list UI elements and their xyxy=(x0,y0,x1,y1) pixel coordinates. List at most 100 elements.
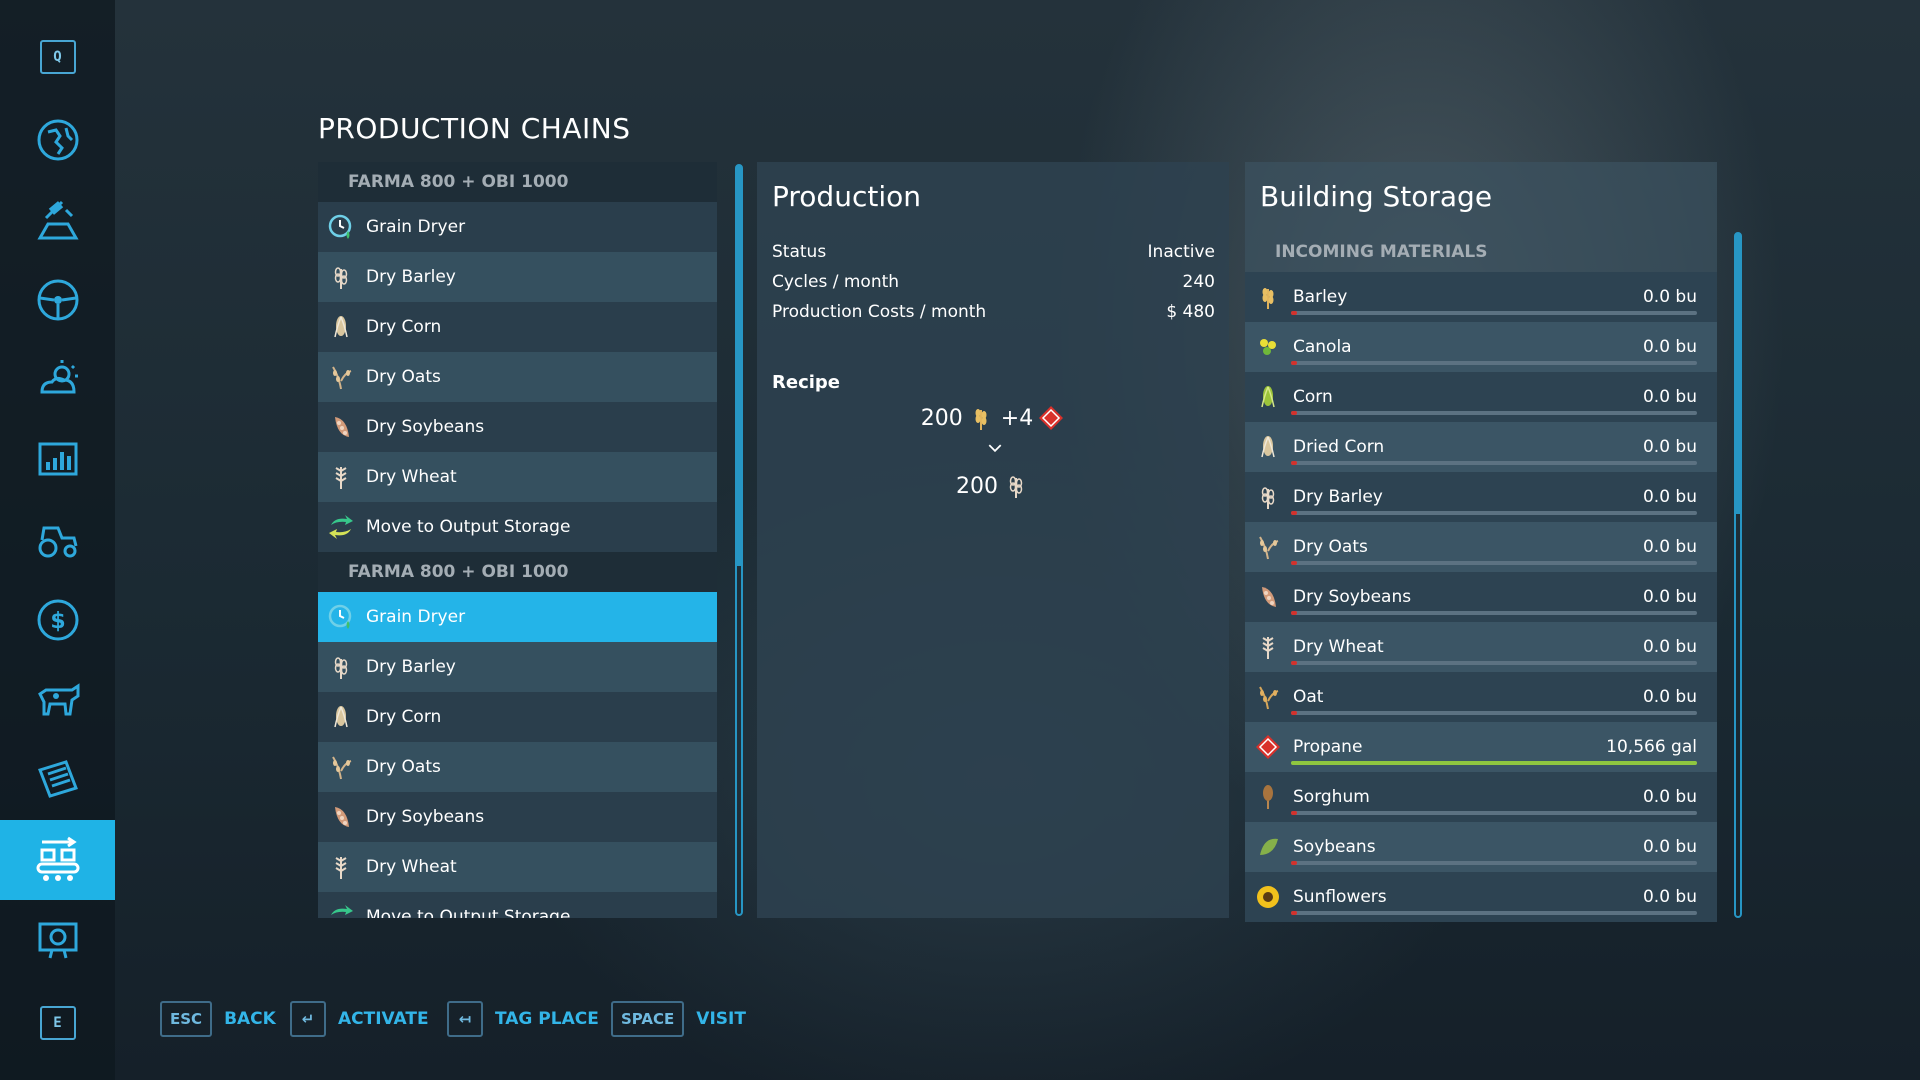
material-fill-level xyxy=(1291,911,1297,915)
sidebar-item-vehicles[interactable] xyxy=(0,500,115,580)
chain-item-label: Dry Wheat xyxy=(366,857,457,877)
recipe-output: 200 xyxy=(757,472,1229,500)
material-fill-bar xyxy=(1291,311,1697,315)
recipe-output-amount: 200 xyxy=(956,473,998,499)
chain-item-label: Dry Oats xyxy=(366,367,441,387)
esc-key: ESC xyxy=(160,1001,213,1037)
chain-item-dry-wheat[interactable]: Dry Wheat xyxy=(318,452,717,502)
material-row-canola: Canola 0.0 bu xyxy=(1245,322,1717,372)
material-row-dry-wheat: Dry Wheat 0.0 bu xyxy=(1245,622,1717,672)
material-amount: 0.0 bu xyxy=(1642,837,1697,857)
material-fill-bar xyxy=(1291,611,1697,615)
building-storage-panel: Building Storage INCOMING MATERIALS Barl… xyxy=(1245,162,1717,922)
material-name: Dried Corn xyxy=(1293,437,1385,457)
chain-item-label: Dry Oats xyxy=(366,757,441,777)
recipe-input: 200 +4 xyxy=(757,404,1229,432)
oats-icon xyxy=(1251,680,1285,714)
sidebar-item-contracts[interactable] xyxy=(0,740,115,820)
sorghum-icon xyxy=(1251,780,1285,814)
material-fill-level xyxy=(1291,411,1297,415)
sidebar-item-production[interactable] xyxy=(0,820,115,900)
sidebar-item-help[interactable] xyxy=(0,900,115,980)
material-fill-level xyxy=(1291,761,1697,765)
stat-cycles-value: 240 xyxy=(1182,272,1215,292)
sidebar-item-animals[interactable] xyxy=(0,660,115,740)
chain-item-dry-oats[interactable]: Dry Oats xyxy=(318,352,717,402)
oats-icon xyxy=(1251,530,1285,564)
incoming-materials-list: Barley 0.0 bu Canola 0.0 bu Corn 0.0 bu Dried … xyxy=(1245,272,1717,922)
sidebar-item-map[interactable] xyxy=(0,100,115,180)
incoming-materials-header: INCOMING MATERIALS xyxy=(1275,242,1488,262)
dried-corn-icon xyxy=(1251,430,1285,464)
chain-item-grain-dryer[interactable]: Grain Dryer xyxy=(318,202,717,252)
sidebar-item-weather[interactable] xyxy=(0,340,115,420)
chain-item-dry-wheat[interactable]: Dry Wheat xyxy=(318,842,717,892)
prev-page-key[interactable]: Q xyxy=(0,17,115,97)
chain-item-dry-barley[interactable]: Dry Barley xyxy=(318,252,717,302)
soybeans-icon xyxy=(324,410,358,444)
material-fill-bar xyxy=(1291,661,1697,665)
material-fill-bar xyxy=(1291,911,1697,915)
barley-icon xyxy=(324,650,358,684)
material-amount: 0.0 bu xyxy=(1642,287,1697,307)
sidebar-item-statistics[interactable] xyxy=(0,420,115,500)
material-name: Dry Oats xyxy=(1293,537,1368,557)
material-amount: 0.0 bu xyxy=(1642,337,1697,357)
tag-place-button[interactable]: ↤ TAG PLACE xyxy=(447,1001,599,1037)
chain-list-scroll-thumb[interactable] xyxy=(737,166,741,566)
grain-dryer-icon xyxy=(324,600,358,634)
chevron-down-icon xyxy=(988,444,1002,453)
material-fill-bar xyxy=(1291,461,1697,465)
chain-item-dry-barley[interactable]: Dry Barley xyxy=(318,642,717,692)
chain-item-label: Dry Wheat xyxy=(366,467,457,487)
recipe-label: Recipe xyxy=(772,372,841,393)
satellite-icon xyxy=(36,200,79,240)
stat-status-value: Inactive xyxy=(1147,242,1215,262)
material-row-soybeans: Soybeans 0.0 bu xyxy=(1245,822,1717,872)
chain-item-dry-soybeans[interactable]: Dry Soybeans xyxy=(318,402,717,452)
storage-scrollbar[interactable] xyxy=(1734,232,1742,918)
material-name: Dry Soybeans xyxy=(1293,587,1412,607)
chain-item-dry-corn[interactable]: Dry Corn xyxy=(318,692,717,742)
material-amount: 0.0 bu xyxy=(1642,787,1697,807)
material-row-dried-corn: Dried Corn 0.0 bu xyxy=(1245,422,1717,472)
back-button[interactable]: ESC BACK xyxy=(160,1001,276,1037)
material-fill-level xyxy=(1291,811,1297,815)
space-key: SPACE xyxy=(611,1001,685,1037)
material-name: Canola xyxy=(1293,337,1352,357)
material-amount: 0.0 bu xyxy=(1642,637,1697,657)
material-amount: 0.0 bu xyxy=(1642,487,1697,507)
chain-item-dry-oats[interactable]: Dry Oats xyxy=(318,742,717,792)
chain-item-move-to-output-storage[interactable]: Move to Output Storage xyxy=(318,502,717,552)
sidebar-item-vehicles-control[interactable] xyxy=(0,260,115,340)
activate-label: ACTIVATE xyxy=(338,1009,429,1029)
activate-button[interactable]: ↵ ACTIVATE xyxy=(290,1001,429,1037)
grain-dryer-icon xyxy=(324,210,358,244)
chain-item-grain-dryer[interactable]: Grain Dryer xyxy=(318,592,717,642)
sidebar-item-finances[interactable]: $ xyxy=(0,580,115,660)
storage-scroll-thumb[interactable] xyxy=(1736,234,1740,514)
material-amount: 0.0 bu xyxy=(1642,587,1697,607)
material-fill-level xyxy=(1291,511,1297,515)
material-fill-bar xyxy=(1291,561,1697,565)
stat-costs-label: Production Costs / month xyxy=(772,302,987,322)
backspace-key: ↤ xyxy=(447,1001,483,1037)
propane-icon xyxy=(1251,730,1285,764)
enter-key: ↵ xyxy=(290,1001,326,1037)
soybeans-icon xyxy=(324,800,358,834)
chain-item-dry-corn[interactable]: Dry Corn xyxy=(318,302,717,352)
barley-icon xyxy=(1251,280,1285,314)
chain-item-dry-soybeans[interactable]: Dry Soybeans xyxy=(318,792,717,842)
storage-title: Building Storage xyxy=(1260,180,1493,213)
sidebar-item-satellite[interactable] xyxy=(0,180,115,260)
material-amount: 10,566 gal xyxy=(1606,737,1697,757)
chain-item-move-to-output-storage[interactable]: Move to Output Storage xyxy=(318,892,717,918)
next-page-key[interactable]: E xyxy=(0,983,115,1063)
material-row-dry-oats: Dry Oats 0.0 bu xyxy=(1245,522,1717,572)
material-name: Dry Wheat xyxy=(1293,637,1384,657)
visit-button[interactable]: SPACE VISIT xyxy=(611,1001,746,1037)
help-icon xyxy=(38,922,77,959)
material-amount: 0.0 bu xyxy=(1642,537,1697,557)
chain-list-scrollbar[interactable] xyxy=(735,164,743,916)
chain-item-label: Dry Barley xyxy=(366,267,456,287)
